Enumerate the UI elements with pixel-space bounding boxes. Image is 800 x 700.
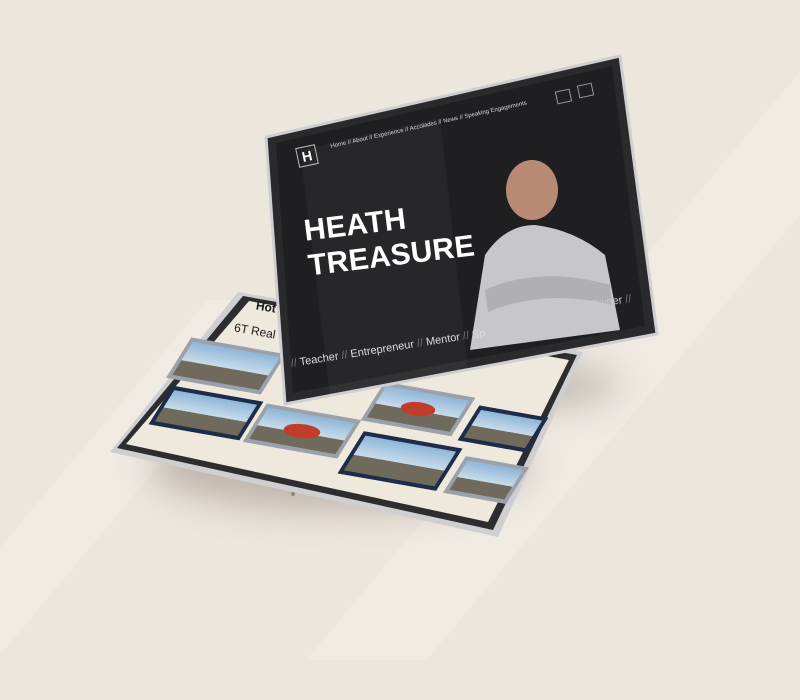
nav-separator: // [368, 134, 374, 142]
role-separator: // [290, 357, 298, 370]
nav-separator: // [437, 119, 443, 126]
portrait-head [506, 160, 558, 220]
nav-separator: // [459, 114, 464, 122]
brand-logo[interactable]: H [295, 144, 319, 168]
role-separator: // [416, 337, 425, 350]
role-separator: // [462, 329, 470, 343]
role-truncated: Sp [471, 327, 487, 342]
front-tablet [264, 54, 659, 406]
role-separator: // [340, 349, 349, 362]
